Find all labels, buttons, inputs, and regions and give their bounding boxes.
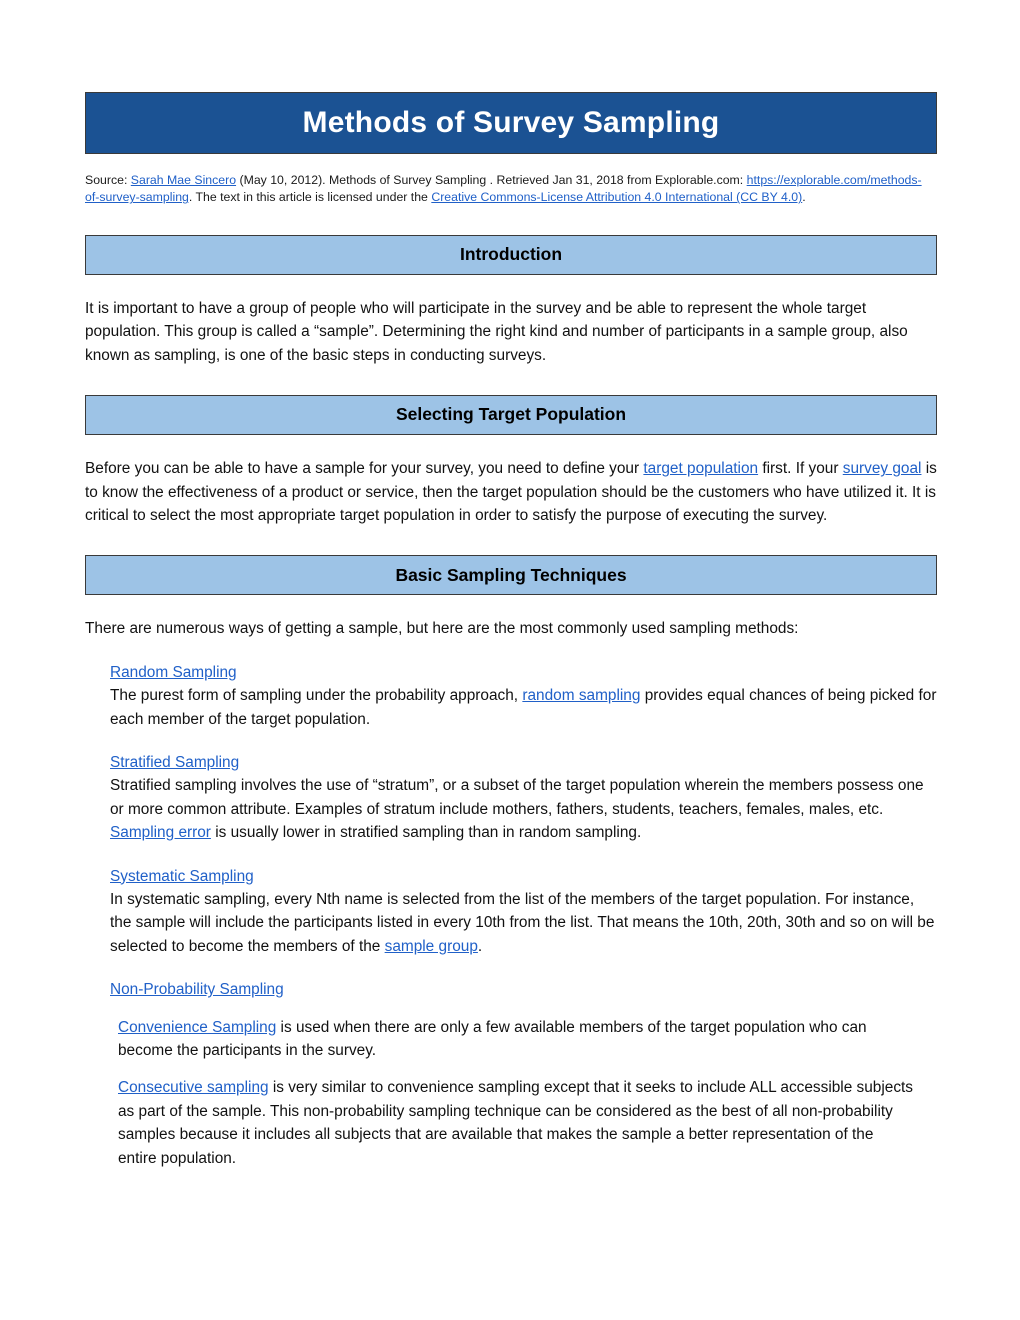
page-title: Methods of Survey Sampling (302, 106, 720, 139)
method-body-random-sampling: The purest form of sampling under the pr… (110, 684, 938, 731)
source-license-intro: . The text in this article is licensed u… (188, 190, 432, 205)
method-title-systematic-sampling[interactable]: Systematic Sampling (110, 865, 938, 888)
method-title-stratified-sampling[interactable]: Stratified Sampling (110, 751, 938, 774)
method-title-random-sampling[interactable]: Random Sampling (110, 661, 938, 684)
document-page: Methods of Survey Sampling Source: Sarah… (0, 0, 1020, 1320)
source-label: Source: (85, 173, 131, 187)
paragraph-selecting-target-population: Before you can be able to have a sample … (85, 457, 937, 527)
method-title-non-probability-sampling[interactable]: Non-Probability Sampling (110, 978, 938, 1001)
source-middle-text: (May 10, 2012). Methods of Survey Sampli… (236, 173, 747, 187)
paragraph-introduction: It is important to have a group of peopl… (85, 299, 908, 364)
convenience-sampling-link[interactable]: Convenience Sampling (118, 1019, 276, 1036)
source-author-link[interactable]: Sarah Mae Sincero (131, 173, 236, 187)
sys-text-2: . (477, 937, 483, 955)
random-sampling-link[interactable]: random sampling (522, 687, 640, 704)
section-title-introduction: Introduction (459, 244, 563, 265)
method-block-stratified-sampling: Stratified Sampling Stratified sampling … (110, 751, 938, 845)
stp-text-1: Before you can be able to have a sample … (85, 460, 644, 478)
consecutive-sampling-link[interactable]: Consecutive sampling (118, 1079, 269, 1096)
sys-text-1: In systematic sampling, every Nth name i… (110, 891, 935, 955)
target-population-link[interactable]: target population (643, 460, 758, 477)
section-header-selecting-target-population: Selecting Target Population (85, 395, 937, 436)
rs-text-1: The purest form of sampling under the pr… (110, 687, 523, 705)
subitem-convenience-sampling: Convenience Sampling is used when there … (118, 1016, 913, 1063)
ss-text-1: Stratified sampling involves the use of … (110, 777, 924, 818)
survey-goal-link[interactable]: survey goal (843, 460, 922, 477)
method-body-stratified-sampling: Stratified sampling involves the use of … (110, 774, 938, 844)
method-block-non-probability-sampling: Non-Probability Sampling (110, 978, 938, 1001)
section-title-selecting-target-population: Selecting Target Population (395, 404, 627, 425)
section-header-introduction: Introduction (85, 234, 937, 275)
ss-text-2: is usually lower in stratified sampling … (210, 824, 642, 842)
license-link[interactable]: Creative Commons-License Attribution 4.0… (431, 190, 802, 204)
method-block-random-sampling: Random Sampling The purest form of sampl… (110, 661, 938, 731)
source-citation: Source: Sarah Mae Sincero (May 10, 2012)… (85, 172, 930, 207)
sampling-error-link[interactable]: Sampling error (110, 824, 211, 841)
subitem-consecutive-sampling: Consecutive sampling is very similar to … (118, 1076, 913, 1170)
section-title-basic-sampling-techniques: Basic Sampling Techniques (395, 564, 627, 585)
document-title-banner: Methods of Survey Sampling (85, 92, 937, 154)
section-header-basic-sampling-techniques: Basic Sampling Techniques (85, 555, 937, 596)
stp-text-2: first. If your (758, 460, 843, 478)
document-content: Methods of Survey Sampling Source: Sarah… (85, 92, 937, 1170)
method-body-systematic-sampling: In systematic sampling, every Nth name i… (110, 888, 938, 958)
method-block-systematic-sampling: Systematic Sampling In systematic sampli… (110, 865, 938, 959)
sample-group-link[interactable]: sample group (385, 938, 478, 955)
paragraph-basic-sampling-intro: There are numerous ways of getting a sam… (85, 620, 799, 638)
source-license-end: . (802, 190, 806, 205)
